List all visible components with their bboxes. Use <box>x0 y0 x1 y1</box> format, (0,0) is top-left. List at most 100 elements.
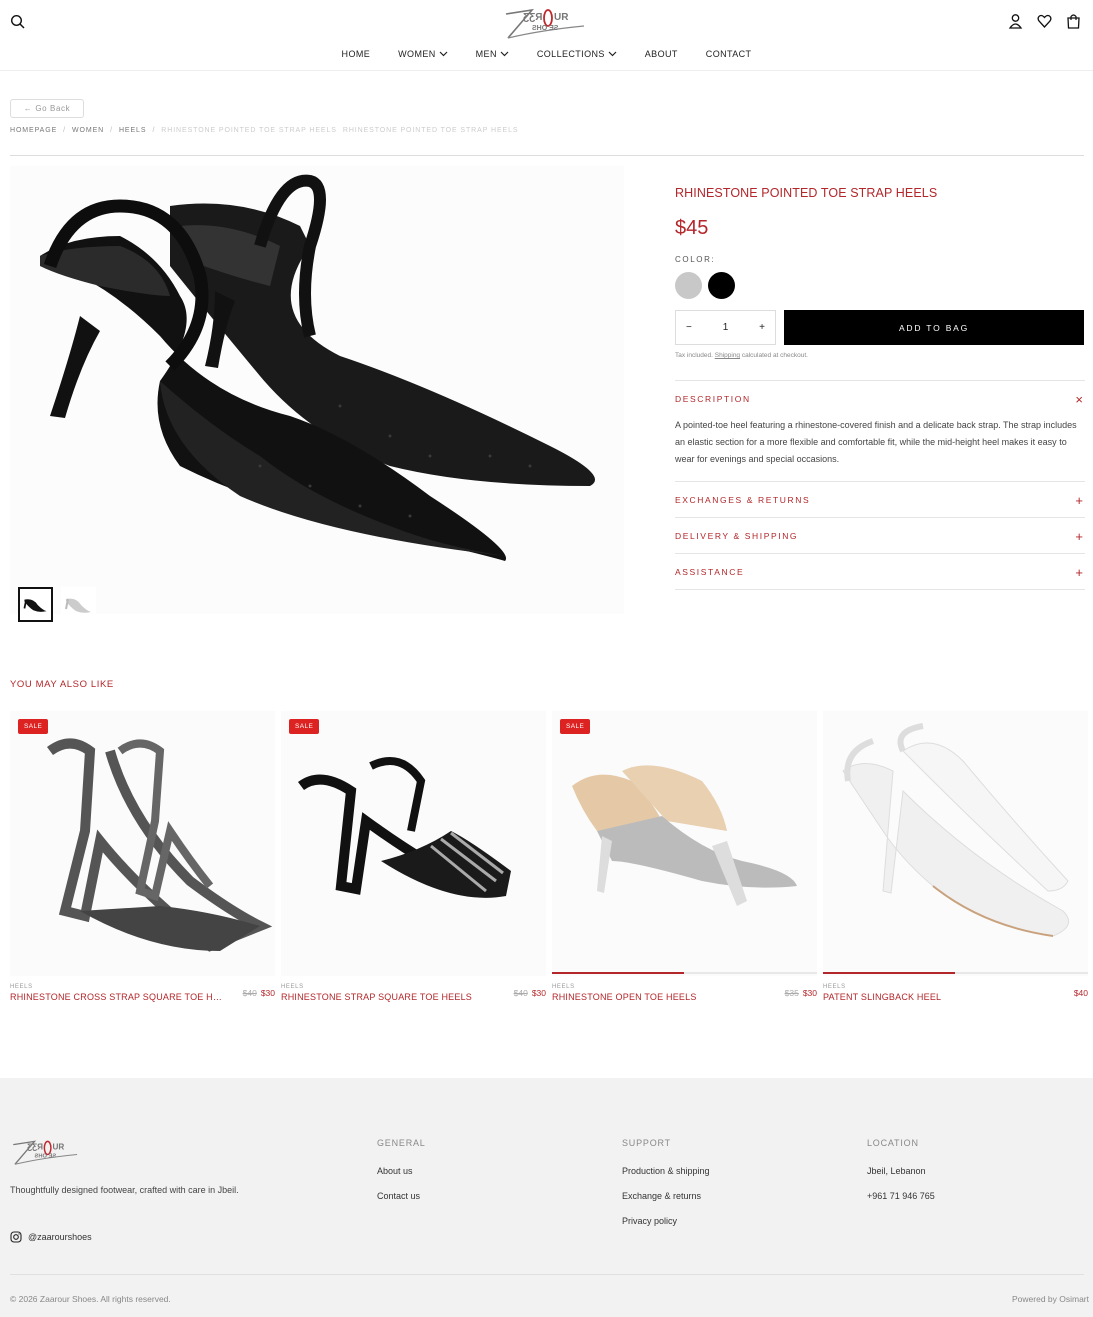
chevron-down-icon <box>500 49 509 59</box>
breadcrumb-homepage[interactable]: HOMEPAGE <box>10 127 57 134</box>
product-title: RHINESTONE POINTED TOE STRAP HEELS <box>675 186 938 200</box>
accordion-assistance-header[interactable]: ASSISTANCE + <box>675 554 1085 590</box>
accordion-description-header[interactable]: DESCRIPTION × <box>675 381 1085 417</box>
account-icon[interactable] <box>1008 13 1023 29</box>
product-card[interactable]: SALE HEELS RHINESTONE STRAP SQUARE TOE H… <box>281 711 546 1002</box>
svg-text:ƸƸЯ: ƸƸЯ <box>523 12 542 23</box>
divider <box>675 589 1085 590</box>
product-card-image[interactable]: SALE <box>552 711 817 976</box>
nav-item-men[interactable]: MEN <box>476 49 509 59</box>
site-footer: ƸƸЯ UR ƧHO ƎƧ Thoughtfully designed foot… <box>0 1078 1093 1317</box>
old-price: $35 <box>784 988 799 998</box>
footer-logo[interactable]: ƸƸЯ UR ƧHO ƎƧ <box>10 1135 82 1169</box>
footer-link-production[interactable]: Production & shipping <box>622 1166 710 1176</box>
nav-item-about[interactable]: ABOUT <box>645 49 678 59</box>
breadcrumb: HOMEPAGE / WOMEN / HEELS / RHINESTONE POINT… <box>10 127 519 134</box>
product-card[interactable]: SALE HEELS RHINESTONE OPEN TOE HEELS $35… <box>552 711 817 1002</box>
sale-badge: SALE <box>560 719 591 734</box>
tax-note-suffix: calculated at checkout. <box>740 352 808 359</box>
nav-item-collections[interactable]: COLLECTIONS <box>537 49 617 59</box>
plus-icon[interactable]: + <box>1075 493 1083 508</box>
color-label: COLOR: <box>675 255 716 264</box>
breadcrumb-current: RHINESTONE POINTED TOE STRAP HEELS <box>161 127 337 134</box>
chevron-down-icon <box>608 49 617 59</box>
sale-badge: SALE <box>18 719 49 734</box>
wishlist-icon[interactable] <box>1037 13 1052 29</box>
svg-text:ƧHO ƎƧ: ƧHO ƎƧ <box>35 1154 57 1160</box>
plus-icon[interactable]: + <box>1075 529 1083 544</box>
product-name[interactable]: RHINESTONE STRAP SQUARE TOE HEELS <box>281 992 472 1002</box>
thumbnail-black[interactable] <box>18 587 53 622</box>
product-card[interactable]: SALE HEELS RHINESTONE CROSS STRAP SQUARE… <box>10 711 275 1002</box>
product-main-image[interactable] <box>10 166 624 614</box>
product-card[interactable]: HEELS PATENT SLINGBACK HEEL $40 <box>823 711 1088 1002</box>
footer-link-contact[interactable]: Contact us <box>377 1191 426 1201</box>
image-progress-bar <box>552 972 817 974</box>
instagram-handle: @zaarourshoes <box>28 1232 92 1242</box>
product-price: $40 <box>1074 988 1088 998</box>
close-icon[interactable]: × <box>1075 392 1083 407</box>
product-card-image[interactable]: SALE <box>281 711 546 976</box>
old-price: $40 <box>513 988 528 998</box>
logo[interactable]: ƸƸЯ UR ƧHO ƎƧ <box>502 4 590 42</box>
old-price: $40 <box>242 988 257 998</box>
header-icons <box>1008 13 1081 29</box>
footer-phone[interactable]: +961 71 946 765 <box>867 1191 935 1201</box>
divider <box>10 155 1084 156</box>
footer-location: LOCATION Jbeil, Lebanon +961 71 946 765 <box>867 1138 935 1216</box>
product-card-image[interactable] <box>823 711 1088 976</box>
color-swatches <box>675 272 735 299</box>
arrow-left-icon: ← <box>23 104 33 113</box>
qty-increase-button[interactable]: + <box>759 322 765 333</box>
breadcrumb-heels[interactable]: HEELS <box>119 127 146 134</box>
thumbnail-silver[interactable] <box>61 587 96 622</box>
instagram-link[interactable]: @zaarourshoes <box>10 1231 92 1243</box>
search-icon[interactable] <box>10 14 26 30</box>
product-name[interactable]: RHINESTONE CROSS STRAP SQUARE TOE HE... <box>10 992 225 1002</box>
breadcrumb-women[interactable]: WOMEN <box>72 127 104 134</box>
add-to-bag-button[interactable]: ADD TO BAG <box>784 310 1084 345</box>
product-category: HEELS <box>10 984 33 990</box>
swatch-black[interactable] <box>708 272 735 299</box>
accordion-delivery-header[interactable]: DELIVERY & SHIPPING + <box>675 518 1085 554</box>
footer-link-privacy[interactable]: Privacy policy <box>622 1216 710 1226</box>
chevron-down-icon <box>439 49 448 59</box>
product-name[interactable]: RHINESTONE OPEN TOE HEELS <box>552 992 697 1002</box>
product-category: HEELS <box>281 984 304 990</box>
product-price: $45 <box>675 217 709 239</box>
bag-icon[interactable] <box>1066 13 1081 29</box>
nav-item-contact[interactable]: CONTACT <box>706 49 752 59</box>
nav-item-home[interactable]: HOME <box>342 49 371 59</box>
price: $40 <box>1073 988 1088 998</box>
shipping-link[interactable]: Shipping <box>715 352 740 359</box>
image-progress-bar <box>823 972 1088 974</box>
nav-label: ABOUT <box>644 49 678 59</box>
accordion-assistance: ASSISTANCE + <box>675 553 1085 590</box>
accordion-exchanges: EXCHANGES & RETURNS + <box>675 481 1085 518</box>
go-back-button[interactable]: ← Go Back <box>10 99 84 118</box>
product-name[interactable]: PATENT SLINGBACK HEEL <box>823 992 941 1002</box>
accordion-exchanges-header[interactable]: EXCHANGES & RETURNS + <box>675 482 1085 518</box>
product-price: $35 $30 <box>785 988 817 998</box>
copyright: © 2026 Zaarour Shoes. All rights reserve… <box>10 1294 171 1304</box>
svg-text:UR: UR <box>554 12 569 23</box>
accordion-description: DESCRIPTION × A pointed-toe heel featuri… <box>675 380 1085 482</box>
footer-address: Jbeil, Lebanon <box>867 1166 926 1176</box>
footer-link-exchange[interactable]: Exchange & returns <box>622 1191 710 1201</box>
breadcrumb-current-variant: RHINESTONE POINTED TOE STRAP HEELS <box>342 127 519 134</box>
nav-label: CONTACT <box>705 49 752 59</box>
description-text: A pointed-toe heel featuring a rhineston… <box>675 420 1077 464</box>
tax-note-prefix: Tax included. <box>675 352 715 359</box>
accordion-title: DESCRIPTION <box>675 394 751 404</box>
powered-by-link[interactable]: Powered by Osimart <box>1012 1294 1089 1304</box>
qty-value[interactable]: 1 <box>723 322 729 333</box>
product-card-image[interactable]: SALE <box>10 711 275 976</box>
sale-price: $30 <box>531 988 546 998</box>
svg-text:ƧHO ƎƧ: ƧHO ƎƧ <box>532 25 559 32</box>
plus-icon[interactable]: + <box>1075 565 1083 580</box>
footer-link-about[interactable]: About us <box>377 1166 426 1176</box>
qty-decrease-button[interactable]: − <box>686 322 692 333</box>
swatch-silver[interactable] <box>675 272 702 299</box>
nav-label: MEN <box>475 49 497 59</box>
nav-item-women[interactable]: WOMEN <box>398 49 448 59</box>
